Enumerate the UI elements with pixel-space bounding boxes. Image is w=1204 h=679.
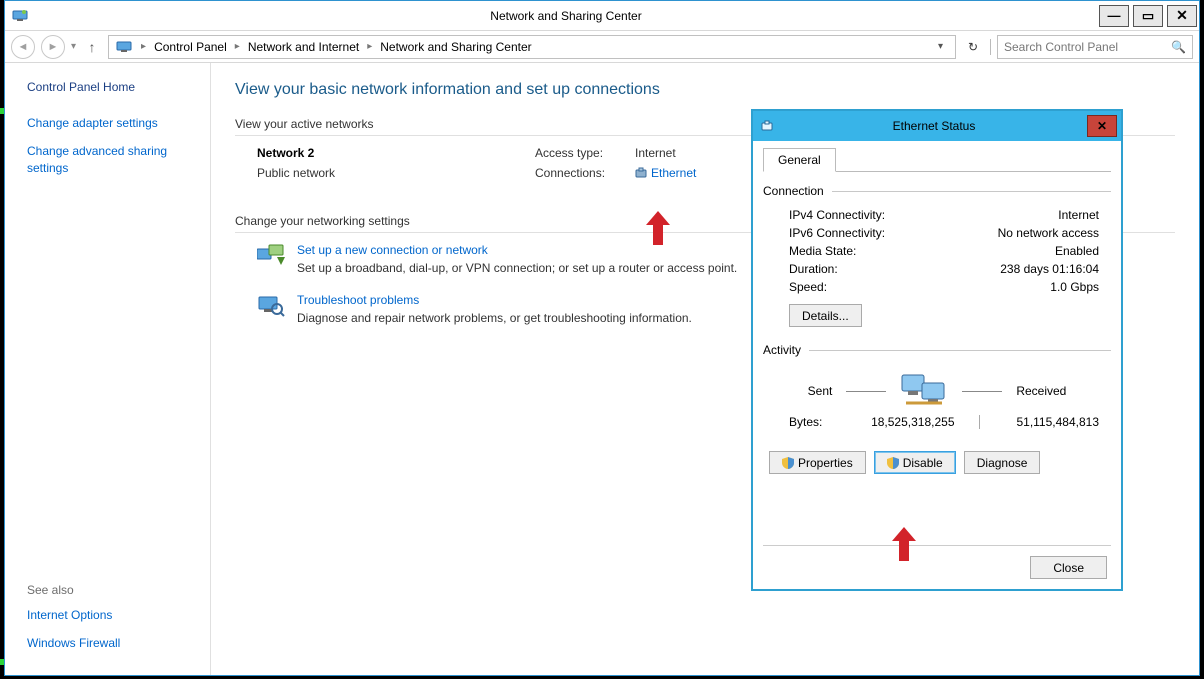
troubleshoot-icon <box>257 293 285 321</box>
shield-icon <box>887 457 899 469</box>
up-button[interactable]: ↑ <box>82 39 102 55</box>
search-box[interactable]: Search Control Panel 🔍 <box>997 35 1193 59</box>
refresh-button[interactable]: ↻ <box>962 40 984 54</box>
annotation-arrow-ethernet <box>646 211 670 245</box>
computers-icon <box>900 373 948 409</box>
activity-diagram: Sent Received <box>763 373 1111 409</box>
received-label: Received <box>1016 384 1066 398</box>
window-icon <box>5 7 35 25</box>
access-type-label: Access type: <box>535 146 635 160</box>
tab-general[interactable]: General <box>763 148 836 172</box>
ipv6-value: No network access <box>998 226 1099 240</box>
chevron-right-icon: ▸ <box>235 41 240 52</box>
internet-options-link[interactable]: Internet Options <box>27 607 192 623</box>
bytes-label: Bytes: <box>789 415 859 429</box>
ethernet-dialog-titlebar[interactable]: Ethernet Status ✕ <box>753 111 1121 141</box>
setup-connection-link[interactable]: Set up a new connection or network <box>297 243 737 257</box>
forward-button[interactable]: ► <box>41 35 65 59</box>
setup-connection-icon <box>257 243 285 271</box>
shield-icon <box>782 457 794 469</box>
address-dropdown[interactable]: ▾ <box>938 41 949 52</box>
sidebar: Control Panel Home Change adapter settin… <box>5 63 211 675</box>
activity-group-header: Activity <box>763 343 1111 357</box>
ethernet-dialog-close-button[interactable]: ✕ <box>1087 115 1117 137</box>
ethernet-link-text: Ethernet <box>651 166 696 180</box>
bytes-sent-value: 18,525,318,255 <box>859 415 979 429</box>
connections-label: Connections: <box>535 166 635 180</box>
disable-button[interactable]: Disable <box>874 451 956 474</box>
ethernet-icon <box>635 167 647 179</box>
network-type: Public network <box>257 166 535 180</box>
page-title: View your basic network information and … <box>235 81 1175 99</box>
window-title: Network and Sharing Center <box>35 9 1097 23</box>
bytes-received-value: 51,115,484,813 <box>980 415 1100 429</box>
annotation-arrow-disable <box>892 527 916 561</box>
media-state-value: Enabled <box>1055 244 1099 258</box>
duration-value: 238 days 01:16:04 <box>1000 262 1099 276</box>
search-placeholder: Search Control Panel <box>1004 40 1118 54</box>
address-bar: ◄ ► ▾ ↑ ▸ Control Panel ▸ Network and In… <box>5 31 1199 63</box>
speed-value: 1.0 Gbps <box>1050 280 1099 294</box>
details-button[interactable]: Details... <box>789 304 862 327</box>
windows-firewall-link[interactable]: Windows Firewall <box>27 635 192 651</box>
breadcrumb-box[interactable]: ▸ Control Panel ▸ Network and Internet ▸… <box>108 35 956 59</box>
chevron-right-icon: ▸ <box>367 41 372 52</box>
ethernet-dialog-title: Ethernet Status <box>781 119 1087 133</box>
ipv4-label: IPv4 Connectivity: <box>789 208 1058 222</box>
ipv4-value: Internet <box>1058 208 1099 222</box>
ipv6-label: IPv6 Connectivity: <box>789 226 998 240</box>
maximize-button[interactable]: ▭ <box>1133 5 1163 27</box>
ethernet-connection-link[interactable]: Ethernet <box>635 166 696 180</box>
duration-label: Duration: <box>789 262 1000 276</box>
properties-button[interactable]: Properties <box>769 451 866 474</box>
setup-connection-desc: Set up a broadband, dial-up, or VPN conn… <box>297 261 737 275</box>
access-type-value: Internet <box>635 146 676 160</box>
troubleshoot-link[interactable]: Troubleshoot problems <box>297 293 692 307</box>
ethernet-status-dialog: Ethernet Status ✕ General Connection IPv… <box>752 110 1122 590</box>
minimize-button[interactable]: — <box>1099 5 1129 27</box>
back-button[interactable]: ◄ <box>11 35 35 59</box>
separator <box>990 39 991 55</box>
diagnose-button[interactable]: Diagnose <box>964 451 1041 474</box>
connection-group-header: Connection <box>763 184 1111 198</box>
see-also-header: See also <box>27 583 192 597</box>
breadcrumb-item[interactable]: Control Panel <box>154 40 227 54</box>
change-advanced-sharing-link[interactable]: Change advanced sharing settings <box>27 143 192 175</box>
sent-label: Sent <box>808 384 833 398</box>
troubleshoot-desc: Diagnose and repair network problems, or… <box>297 311 692 325</box>
close-button[interactable]: ✕ <box>1167 5 1197 27</box>
media-state-label: Media State: <box>789 244 1055 258</box>
control-panel-home-link[interactable]: Control Panel Home <box>27 79 192 95</box>
speed-label: Speed: <box>789 280 1050 294</box>
network-name: Network 2 <box>257 146 314 160</box>
window-titlebar: Network and Sharing Center — ▭ ✕ <box>5 1 1199 31</box>
chevron-right-icon: ▸ <box>141 41 146 52</box>
search-icon: 🔍 <box>1171 40 1186 54</box>
tab-strip: General <box>763 147 1111 172</box>
change-adapter-settings-link[interactable]: Change adapter settings <box>27 115 192 131</box>
close-dialog-button[interactable]: Close <box>1030 556 1107 579</box>
history-dropdown[interactable]: ▾ <box>71 41 76 52</box>
bytes-row: Bytes: 18,525,318,255 51,115,484,813 <box>763 413 1111 431</box>
breadcrumb-item[interactable]: Network and Sharing Center <box>380 40 531 54</box>
breadcrumb-item[interactable]: Network and Internet <box>248 40 359 54</box>
ethernet-dialog-icon <box>753 120 781 132</box>
control-panel-icon <box>115 38 133 56</box>
